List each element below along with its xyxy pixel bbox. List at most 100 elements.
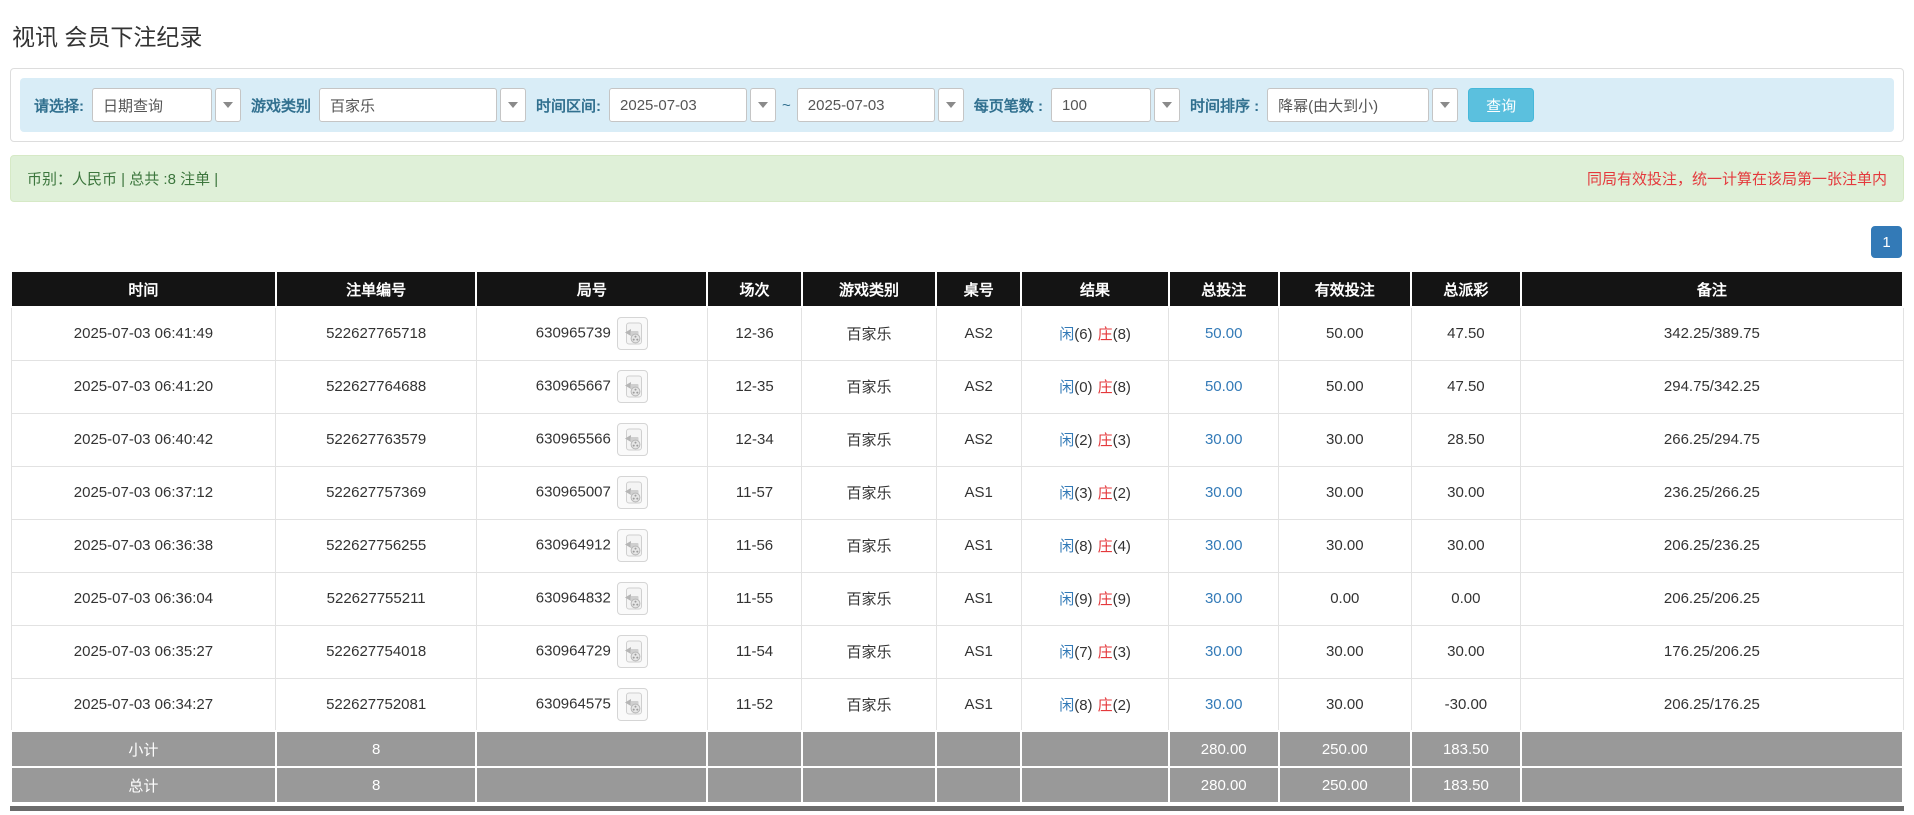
table-row: 2025-07-03 06:40:42 522627763579 6309655… [11, 413, 1903, 466]
page-content: 视讯 会员下注纪录 请选择: 日期查询 游戏类别 百家乐 时间区间: 2025-… [0, 0, 1914, 811]
page-size-label: 每页笔数 : [974, 95, 1043, 116]
time-sort-label: 时间排序 : [1190, 95, 1259, 116]
result-banker-score: (3) [1113, 644, 1131, 661]
round-no-text: 630965667 [536, 377, 611, 394]
total-bet-link[interactable]: 50.00 [1205, 378, 1243, 395]
video-replay-button[interactable] [617, 370, 648, 403]
cell-table-no: AS1 [936, 519, 1021, 572]
result-banker-score: (2) [1113, 485, 1131, 502]
table-row: 2025-07-03 06:41:20 522627764688 6309656… [11, 360, 1903, 413]
cell-session: 12-34 [707, 413, 802, 466]
cell-valid-bet: 30.00 [1279, 678, 1411, 731]
cell-empty [476, 767, 707, 803]
round-no-text: 630965007 [536, 483, 611, 500]
page-size-value[interactable]: 100 [1051, 88, 1151, 122]
cell-note: 266.25/294.75 [1521, 413, 1903, 466]
cell-total-bet: 30.00 [1169, 572, 1279, 625]
page-1-button[interactable]: 1 [1871, 226, 1902, 258]
query-type-value[interactable]: 日期查询 [92, 88, 212, 122]
cell-total-bet: 30.00 [1169, 413, 1279, 466]
cell-game-type: 百家乐 [802, 678, 936, 731]
video-replay-button[interactable] [617, 423, 648, 456]
video-file-icon [622, 375, 643, 399]
cell-result: 闲(3)庄(2) [1021, 466, 1169, 519]
game-type-value[interactable]: 百家乐 [319, 88, 497, 122]
total-bet-link[interactable]: 50.00 [1205, 325, 1243, 342]
game-type-label: 游戏类别 [251, 95, 311, 116]
query-type-combobox[interactable]: 日期查询 [92, 88, 241, 122]
video-replay-button[interactable] [617, 635, 648, 668]
game-type-combobox[interactable]: 百家乐 [319, 88, 526, 122]
page-size-dropdown-button[interactable] [1154, 88, 1180, 122]
total-bet-link[interactable]: 30.00 [1205, 537, 1243, 554]
cell-total-bet: 30.00 [1169, 466, 1279, 519]
cell-bet-no: 522627764688 [276, 360, 477, 413]
video-replay-button[interactable] [617, 582, 648, 615]
query-type-dropdown-button[interactable] [215, 88, 241, 122]
date-from-value[interactable]: 2025-07-03 [609, 88, 747, 122]
total-bet-link[interactable]: 30.00 [1205, 696, 1243, 713]
video-replay-button[interactable] [617, 688, 648, 721]
cell-session: 11-57 [707, 466, 802, 519]
date-from-picker[interactable]: 2025-07-03 [609, 88, 776, 122]
date-to-dropdown-button[interactable] [938, 88, 964, 122]
grand-total-total-bet: 280.00 [1169, 767, 1279, 803]
cell-payout: 0.00 [1411, 572, 1521, 625]
subtotal-valid-bet: 250.00 [1279, 731, 1411, 767]
cell-game-type: 百家乐 [802, 572, 936, 625]
date-from-dropdown-button[interactable] [750, 88, 776, 122]
table-row: 2025-07-03 06:36:04 522627755211 6309648… [11, 572, 1903, 625]
cell-result: 闲(6)庄(8) [1021, 307, 1169, 360]
page-title: 视讯 会员下注纪录 [12, 18, 1902, 52]
time-range-label: 时间区间: [536, 95, 601, 116]
header-valid-bet: 有效投注 [1279, 271, 1411, 307]
total-bet-link[interactable]: 30.00 [1205, 484, 1243, 501]
time-sort-dropdown-button[interactable] [1432, 88, 1458, 122]
cell-table-no: AS1 [936, 678, 1021, 731]
cell-empty [1521, 767, 1903, 803]
cell-round-no: 630964832 [476, 572, 707, 625]
caret-down-icon [1162, 102, 1172, 108]
game-type-dropdown-button[interactable] [500, 88, 526, 122]
table-row: 2025-07-03 06:34:27 522627752081 6309645… [11, 678, 1903, 731]
page-size-combobox[interactable]: 100 [1051, 88, 1180, 122]
result-player-score: (8) [1074, 538, 1092, 555]
cell-bet-no: 522627752081 [276, 678, 477, 731]
cell-round-no: 630965739 [476, 307, 707, 360]
cell-empty [707, 731, 802, 767]
cell-note: 342.25/389.75 [1521, 307, 1903, 360]
cell-total-bet: 50.00 [1169, 360, 1279, 413]
cell-valid-bet: 0.00 [1279, 572, 1411, 625]
date-to-value[interactable]: 2025-07-03 [797, 88, 935, 122]
total-bet-link[interactable]: 30.00 [1205, 590, 1243, 607]
time-sort-combobox[interactable]: 降幂(由大到小) [1267, 88, 1458, 122]
time-sort-value[interactable]: 降幂(由大到小) [1267, 88, 1429, 122]
cell-note: 294.75/342.25 [1521, 360, 1903, 413]
header-table-no: 桌号 [936, 271, 1021, 307]
query-type-label: 请选择: [34, 95, 84, 116]
cell-round-no: 630964575 [476, 678, 707, 731]
cell-session: 11-56 [707, 519, 802, 572]
cell-note: 236.25/266.25 [1521, 466, 1903, 519]
cell-session: 11-54 [707, 625, 802, 678]
result-banker-label: 庄 [1098, 432, 1113, 449]
total-bet-link[interactable]: 30.00 [1205, 431, 1243, 448]
cell-note: 206.25/206.25 [1521, 572, 1903, 625]
search-button[interactable]: 查询 [1468, 88, 1534, 122]
result-player-score: (8) [1074, 697, 1092, 714]
video-replay-button[interactable] [617, 529, 648, 562]
caret-down-icon [946, 102, 956, 108]
total-bet-link[interactable]: 30.00 [1205, 643, 1243, 660]
cell-time: 2025-07-03 06:41:20 [11, 360, 276, 413]
cell-time: 2025-07-03 06:35:27 [11, 625, 276, 678]
date-to-picker[interactable]: 2025-07-03 [797, 88, 964, 122]
cell-valid-bet: 30.00 [1279, 519, 1411, 572]
video-replay-button[interactable] [617, 317, 648, 350]
cell-time: 2025-07-03 06:34:27 [11, 678, 276, 731]
cell-result: 闲(8)庄(4) [1021, 519, 1169, 572]
result-banker-label: 庄 [1098, 591, 1113, 608]
cell-empty [476, 731, 707, 767]
cell-round-no: 630964912 [476, 519, 707, 572]
grand-total-payout: 183.50 [1411, 767, 1521, 803]
video-replay-button[interactable] [617, 476, 648, 509]
